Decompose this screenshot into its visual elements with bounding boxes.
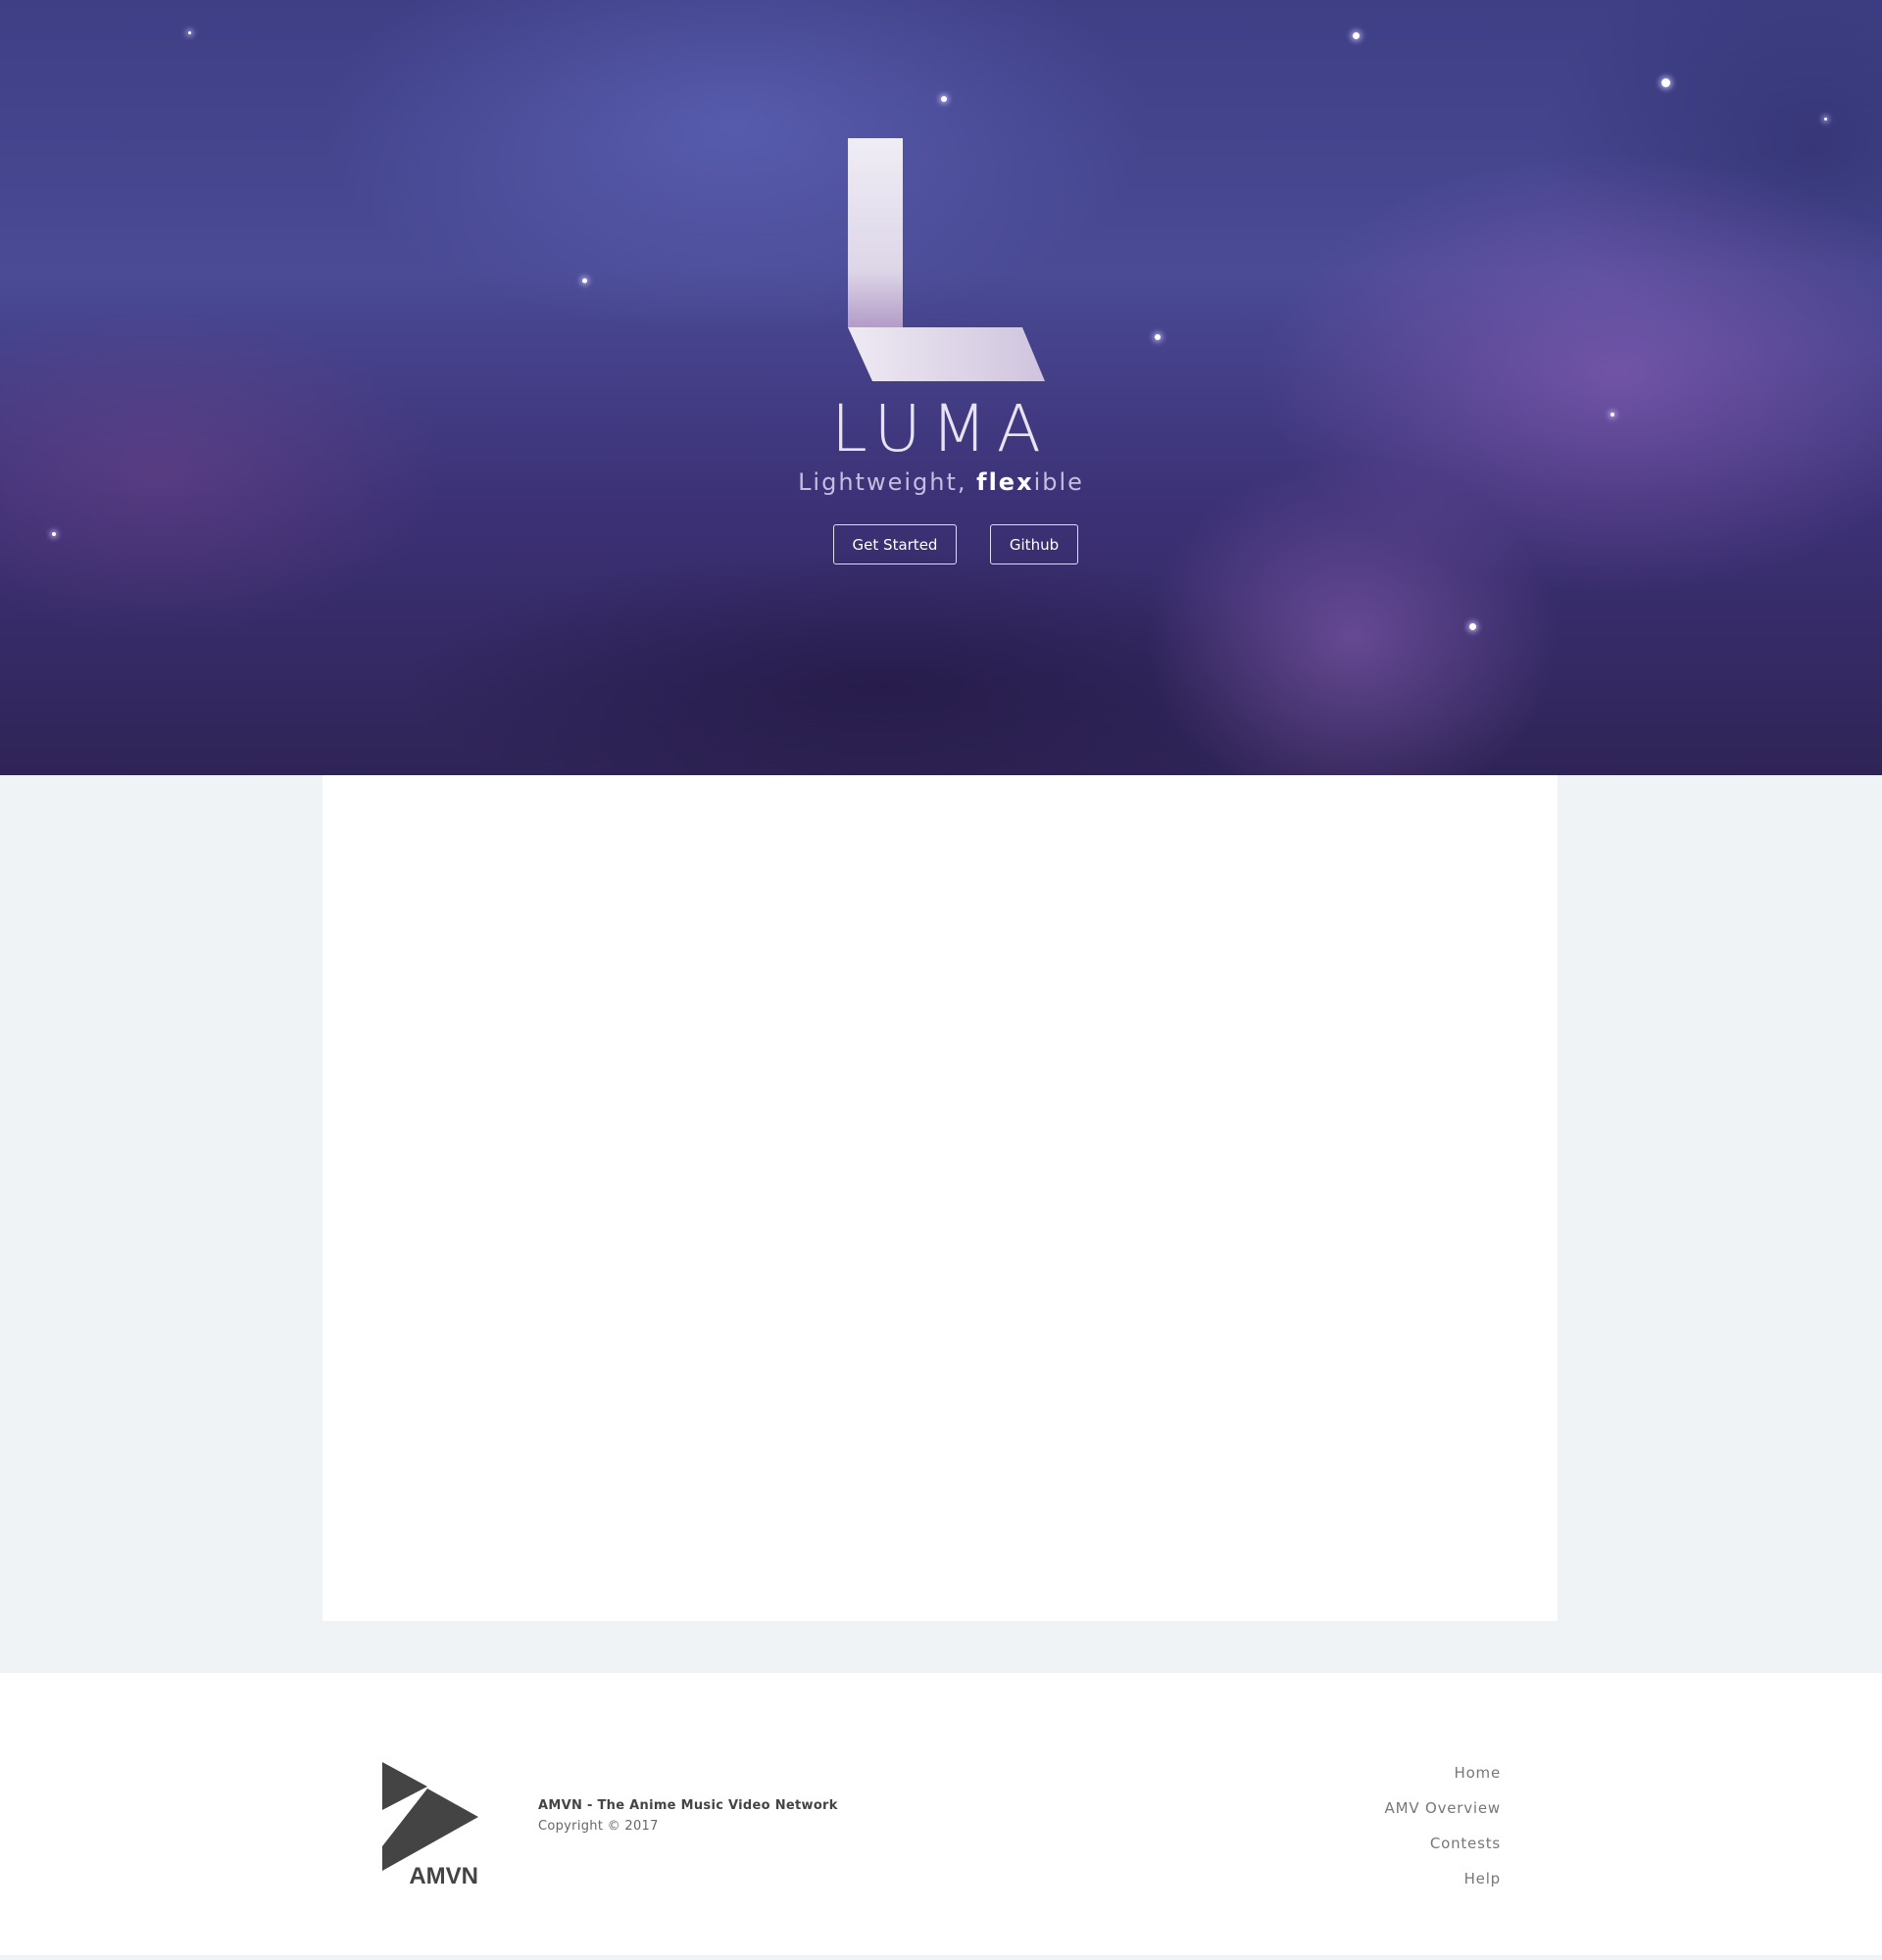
star [1353, 32, 1360, 39]
tagline-strong-text: flex [976, 468, 1034, 496]
footer-link-help[interactable]: Help [1385, 1861, 1501, 1896]
hero-title: LUMA [831, 391, 1051, 466]
amvn-logo-text: AMVN [409, 1863, 478, 1886]
star [1155, 334, 1161, 340]
star [1824, 118, 1827, 121]
footer-nav: Home AMV Overview Contests Help [1385, 1755, 1501, 1896]
footer-link-contests[interactable]: Contests [1385, 1826, 1501, 1861]
star [582, 278, 587, 283]
tagline-text: Lightweight, [798, 468, 977, 496]
site-footer: AMVN AMVN - The Anime Music Video Networ… [0, 1673, 1882, 1955]
content-card [322, 775, 1558, 1621]
footer-brand: AMVN - The Anime Music Video Network [538, 1798, 838, 1813]
tagline-text-end: ible [1033, 468, 1084, 496]
bottom-strip [0, 1955, 1882, 1960]
hero-tagline: Lightweight, flexible [0, 465, 1882, 500]
star [1661, 78, 1670, 87]
star [941, 96, 947, 102]
footer-copyright: Copyright © 2017 [538, 1819, 659, 1834]
hero-banner: LUMA Lightweight, flexible Get Started G… [0, 0, 1882, 775]
github-button[interactable]: Github [990, 524, 1078, 564]
footer-link-home[interactable]: Home [1385, 1755, 1501, 1790]
footer-link-amv-overview[interactable]: AMV Overview [1385, 1790, 1501, 1826]
luma-l-logo-icon [848, 138, 1045, 381]
get-started-button[interactable]: Get Started [833, 524, 957, 564]
star [1469, 623, 1476, 630]
star [52, 532, 56, 536]
amvn-play-logo-icon[interactable]: AMVN [382, 1759, 480, 1886]
star [188, 31, 191, 34]
